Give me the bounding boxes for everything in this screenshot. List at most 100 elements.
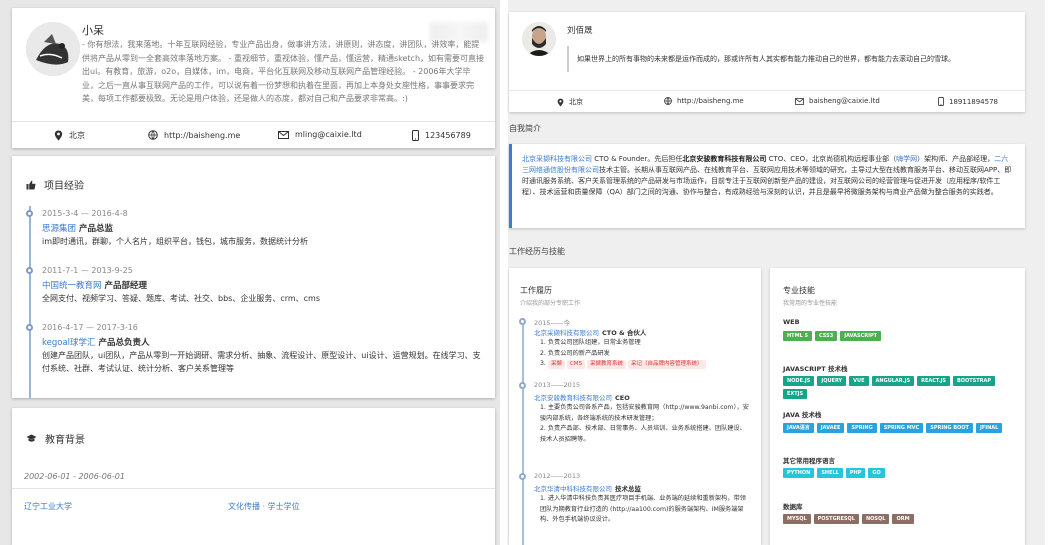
work-duty: 1. 负责公司团队组建，日常业务管理 — [540, 339, 641, 346]
timeline-dot — [26, 210, 33, 217]
work-date: 2012——2013 — [534, 472, 581, 480]
skill-group-title: JAVA 技术栈 — [783, 411, 822, 419]
phone-text: 123456789 — [425, 131, 471, 140]
contact-website[interactable]: http://baisheng.me — [664, 97, 744, 105]
intro-text: ）架构师、产品部经理， — [917, 155, 995, 163]
skill-tag: POSTGRESQL — [813, 514, 859, 524]
skill-tag-group: PYTHON SHELL PHP GO — [783, 468, 1013, 478]
location-pin-icon — [557, 98, 564, 107]
skill-tag: VUE — [849, 376, 869, 386]
project-org-link[interactable]: 思源集团 — [42, 224, 76, 234]
project-role: 产品总监 — [79, 224, 114, 234]
work-duty: 2. 负责产品部、技术部、日常事务、人员培训、业务系统搭建、团队建设、技术人员招… — [540, 425, 746, 443]
website-link[interactable]: http://baisheng.me — [164, 131, 240, 140]
skills-subtitle: 我常用的专业性技能 — [783, 300, 838, 307]
project-desc: 创建产品团队，ui团队，产品从零到一开始调研、需求分析、抽象、流程设计、原型设计… — [42, 351, 481, 373]
contact-website[interactable]: http://baisheng.me — [148, 130, 240, 140]
skill-tag: CSS3 — [814, 331, 838, 341]
skills-title: 专业技能 — [783, 286, 815, 295]
mobile-phone-icon — [412, 130, 419, 141]
timeline-dot — [26, 267, 33, 274]
contact-email[interactable]: mling@caixie.ltd — [278, 130, 362, 139]
education-card: 教育背景 2002-06-01 - 2006-06-01 辽宁工业大学 文化传播… — [12, 408, 495, 545]
intro-text: CTO & Founder。先后担任 — [592, 155, 683, 163]
contact-bar: 北京 http://baisheng.me mling@caixie.ltd 1… — [12, 121, 495, 148]
projects-card: 项目经验 2015-3-4 — 2016-4-8 思源集团 产品总监 im即时通讯… — [12, 156, 495, 398]
work-duty-list: 1. 进入华清中科技负责其医疗项目手机端、业务端的延续和重新架构，带领团队为期教… — [540, 494, 752, 526]
skill-tag-group: NODE.JS JQUERY VUE ANGULAR.JS REACT.JS BOOTST… — [783, 376, 1013, 399]
intro-bold: 北京安骏教育科技有限公司 — [682, 155, 767, 163]
graduation-cap-icon — [26, 434, 37, 443]
skill-tag-group: JAVA语言 JAVAEE SPRING SPRING MVC SPRING BOOT J… — [783, 423, 1013, 433]
timeline-line — [522, 318, 524, 545]
education-heading: 教育背景 — [26, 431, 85, 446]
skill-tag: JFINAL — [975, 423, 1003, 433]
envelope-icon — [278, 130, 289, 139]
project-org: kegoal球学汇 产品总负责人 — [42, 336, 150, 348]
website-link[interactable]: http://baisheng.me — [677, 97, 744, 105]
skill-tag: NODE.JS — [783, 376, 815, 386]
education-title: 教育背景 — [45, 435, 85, 446]
work-org-link[interactable]: 北京安骏教育科技有限公司 — [534, 394, 612, 402]
skills-card: 专业技能 我常用的专业性技能 WEB HTML 5 CSS3 JAVASCRIPT … — [770, 268, 1025, 545]
avatar — [522, 22, 556, 56]
location-text: 北京 — [69, 131, 85, 140]
skill-tag: EXTJS — [783, 389, 808, 399]
project-org-link[interactable]: 中国统一教育网 — [42, 281, 102, 291]
profile-card: 小呆 - 你有想法，我来落地。十年互联网经验，专业产品出身，做事讲方法，讲原则，… — [12, 8, 495, 148]
skill-tag: PHP — [845, 468, 866, 478]
timeline-dot — [519, 382, 526, 389]
intro-link[interactable]: 嗨学网 — [896, 155, 917, 163]
divider — [12, 488, 495, 489]
skill-tag-group: MYSQL POSTGRESQL NOSQL ORM — [783, 514, 1013, 524]
work-org-link[interactable]: 北京采撷科技有限公司 — [534, 329, 599, 337]
work-role: 技术总监 — [615, 485, 641, 493]
mobile-phone-icon — [938, 97, 944, 106]
work-tag: 采记（自品牌内容管理系统） — [627, 360, 706, 369]
profile-name: 小呆 — [82, 24, 104, 37]
skill-tag: JQUERY — [817, 376, 847, 386]
project-desc: 全网支付、视频学习、答疑、题库、考试、社交、bbs、企业服务、crm、cms — [42, 294, 321, 303]
work-title: 工作履历 — [520, 286, 552, 295]
avatar — [26, 22, 80, 76]
right-resume-panel: 刘佰晟 如果世界上的所有事物的未来都是运作而成的，那或许所有人其实都有能力推动自… — [500, 0, 1045, 545]
profile-quote: 如果世界上的所有事物的未来都是运作而成的，那或许所有人其实都有能力推动自己的世界… — [567, 46, 1012, 72]
email-text[interactable]: mling@caixie.ltd — [295, 130, 362, 139]
skill-tag: SPRING BOOT — [926, 423, 973, 433]
project-org: 思源集团 产品总监 — [42, 222, 113, 234]
skill-tag: MYSQL — [783, 514, 811, 524]
work-duty: 1. 主要负责公司各系产品，包括安骏教育网（http://www.9anbi.c… — [540, 404, 749, 422]
contact-phone: 123456789 — [412, 130, 471, 141]
project-org-link[interactable]: kegoal球学汇 — [42, 338, 96, 348]
skill-group-title: 其它常用程序语言 — [783, 457, 835, 465]
contact-location: 北京 — [557, 97, 583, 107]
education-school[interactable]: 辽宁工业大学 — [24, 501, 72, 512]
left-resume-panel: 小呆 - 你有想法，我来落地。十年互联网经验，专业产品出身，做事讲方法，讲原则，… — [0, 0, 500, 545]
skill-tag: GO — [868, 468, 885, 478]
intro-section-label: 自我简介 — [509, 124, 541, 133]
work-duty: 1. 进入华清中科技负责其医疗项目手机端、业务端的延续和重新架构，带领团队为期教… — [540, 495, 746, 523]
skill-tag: BOOTSTRAP — [952, 376, 996, 386]
skill-tag: JAVA语言 — [783, 423, 814, 433]
work-duty: 2. 负责公司的新产品研发 — [540, 349, 610, 357]
profile-name: 刘佰晟 — [567, 26, 593, 36]
work-subtitle: 介绍我的部分专职工作 — [520, 300, 581, 307]
profile-bio: - 你有想法，我来落地。十年互联网经验，专业产品出身，做事讲方法，讲原则，讲态度… — [82, 40, 485, 103]
skill-tag-group: HTML 5 CSS3 JAVASCRIPT — [783, 331, 1013, 341]
email-text[interactable]: baisheng@caixie.ltd — [809, 97, 880, 105]
project-date: 2011-7-1 — 2013-9-25 — [42, 266, 133, 275]
location-text: 北京 — [569, 98, 583, 106]
contact-email[interactable]: baisheng@caixie.ltd — [795, 97, 880, 105]
intro-link[interactable]: 北京采撷科技有限公司 — [522, 155, 592, 163]
work-org-link[interactable]: 北京华清中科科技有限公司 — [534, 485, 612, 493]
profile-card: 刘佰晟 如果世界上的所有事物的未来都是运作而成的，那或许所有人其实都有能力推动自… — [509, 12, 1025, 112]
skill-tag: JAVASCRIPT — [840, 331, 882, 341]
contact-bar: 北京 http://baisheng.me baisheng@caixie.lt… — [509, 90, 1025, 112]
project-desc: im即时通讯，群聊，个人名片，组织平台，钱包，城市服务，数据统计分析 — [42, 237, 309, 246]
work-org: 北京华清中科科技有限公司 技术总监 — [534, 483, 641, 493]
work-role: CEO — [615, 394, 630, 402]
work-section-label: 工作经历与技能 — [509, 247, 565, 256]
globe-icon — [148, 130, 158, 140]
education-major[interactable]: 文化传播 · 学士学位 — [228, 501, 300, 512]
work-role: CTO & 合伙人 — [602, 329, 647, 337]
